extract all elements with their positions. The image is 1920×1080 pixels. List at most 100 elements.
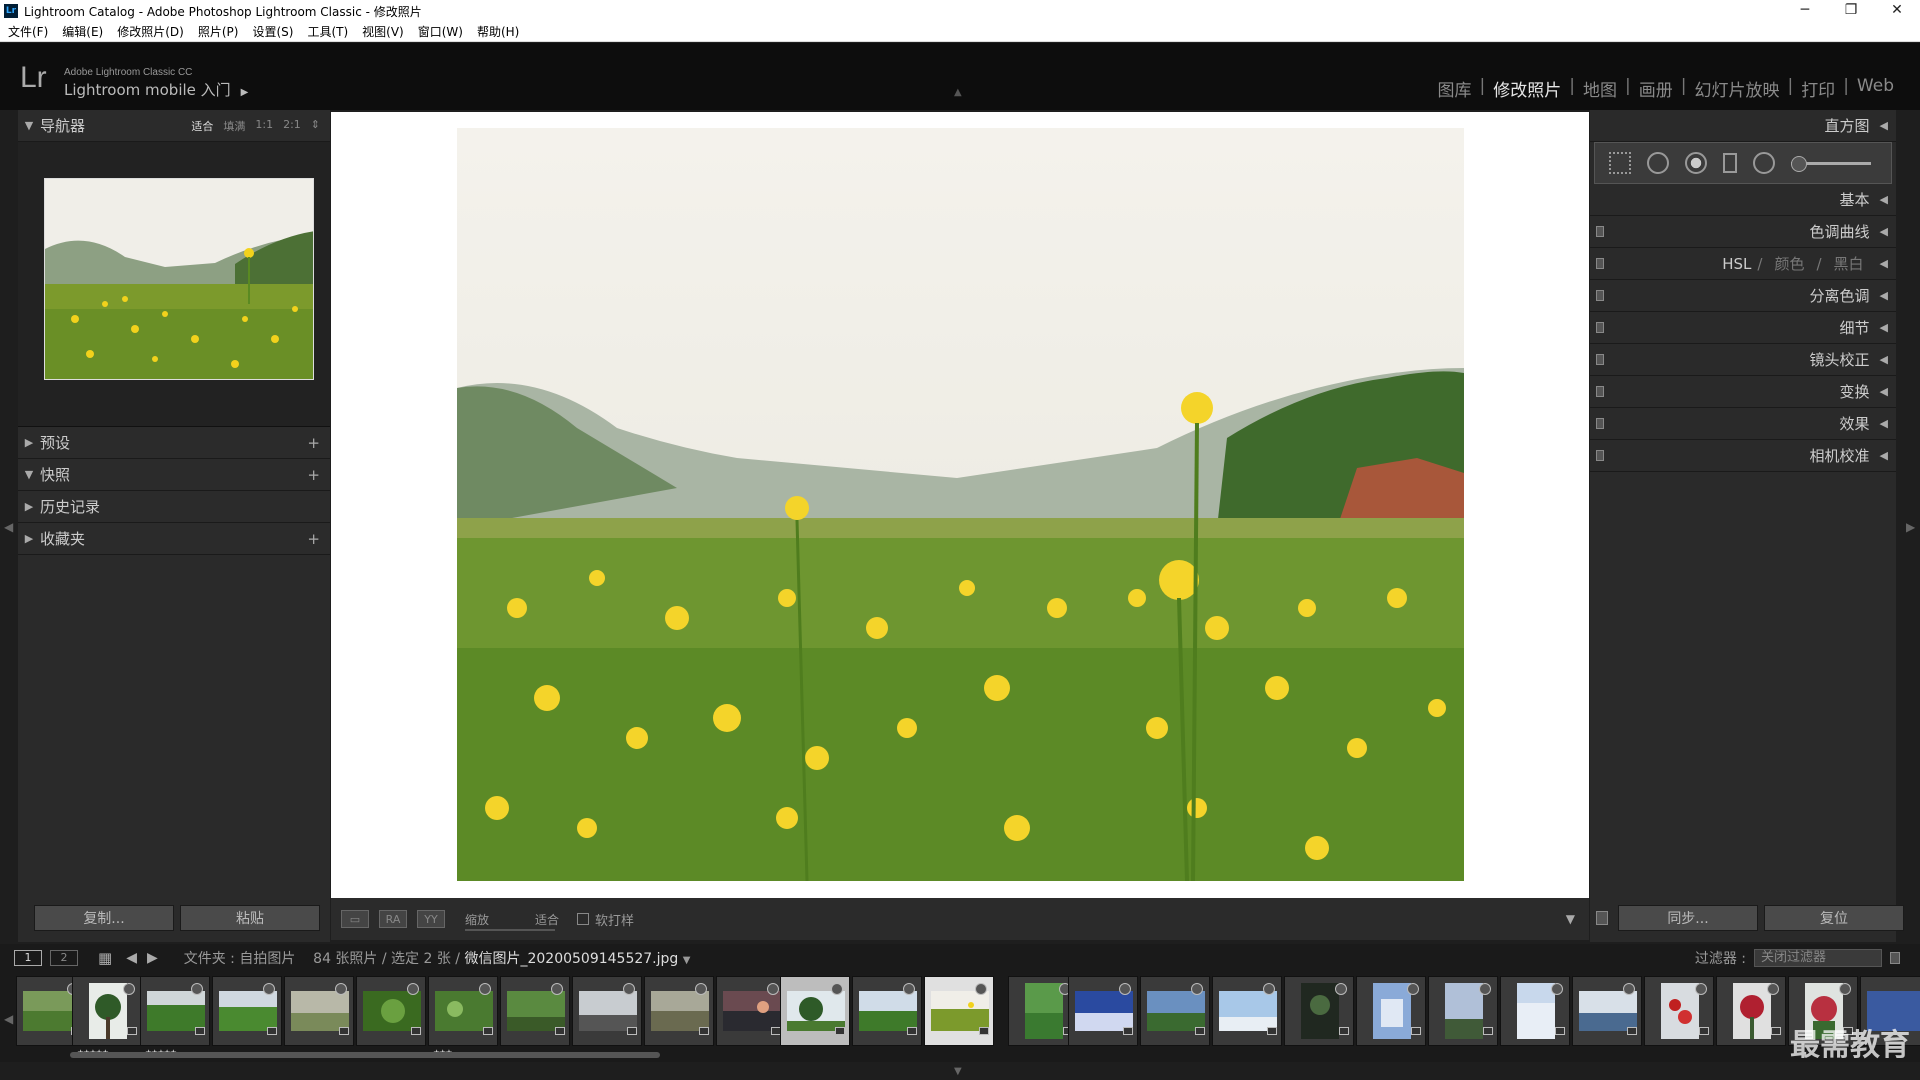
zoom-control[interactable]: 缩放 适合	[465, 911, 565, 931]
calibration-header[interactable]: 相机校准 ◀	[1590, 440, 1896, 472]
filmstrip-thumb[interactable]	[1212, 976, 1282, 1046]
filter-lock-icon[interactable]	[1890, 952, 1900, 964]
filename-dropdown-icon[interactable]: ▼	[683, 955, 691, 966]
tone-curve-header[interactable]: 色调曲线 ◀	[1590, 216, 1896, 248]
red-eye-icon[interactable]	[1685, 152, 1707, 174]
toolbar-dropdown-icon[interactable]: ▼	[1566, 912, 1575, 926]
navigator-header[interactable]: ▼ 导航器 适合 填满 1:1 2:1 ⇕	[18, 110, 330, 142]
crop-overlay-icon[interactable]	[1609, 152, 1631, 174]
panel-toggle-switch[interactable]	[1596, 386, 1604, 397]
zoom-2to1[interactable]: 2:1	[283, 118, 301, 134]
zoom-more-icon[interactable]: ⇕	[311, 118, 320, 134]
panel-toggle-switch[interactable]	[1596, 354, 1604, 365]
filmstrip-thumb[interactable]: ★★★	[428, 976, 498, 1057]
filmstrip-thumb[interactable]	[1644, 976, 1714, 1046]
copy-button[interactable]: 复制...	[34, 905, 174, 931]
collapse-bottom-arrow-icon[interactable]: ▼	[954, 1066, 962, 1077]
filmstrip-thumb[interactable]	[716, 976, 786, 1046]
filmstrip-scrollbar[interactable]	[70, 1052, 660, 1058]
hsl-tab[interactable]: HSL	[1722, 255, 1751, 273]
module-map[interactable]: 地图	[1575, 76, 1625, 101]
filmstrip-thumb[interactable]	[1068, 976, 1138, 1046]
panel-toggle-switch[interactable]	[1596, 290, 1604, 301]
lightroom-mobile-link[interactable]: Lightroom mobile 入门 ▶	[64, 79, 248, 100]
module-book[interactable]: 画册	[1631, 76, 1681, 101]
filmstrip[interactable]: ★★★★★ ★★★★★ ★★★ ◀	[0, 972, 1920, 1062]
grid-view-icon[interactable]: ▦	[98, 949, 112, 967]
graduated-filter-icon[interactable]	[1723, 153, 1737, 173]
right-panel-edge[interactable]: ▶	[1898, 110, 1920, 942]
menu-file[interactable]: 文件(F)	[8, 23, 48, 40]
close-button[interactable]: ✕	[1874, 0, 1920, 22]
before-after-split-icon[interactable]: YY	[417, 910, 445, 928]
filter-select[interactable]: 关闭过滤器	[1754, 949, 1882, 967]
menu-tools[interactable]: 工具(T)	[307, 23, 348, 40]
lens-corrections-header[interactable]: 镜头校正 ◀	[1590, 344, 1896, 376]
detail-header[interactable]: 细节 ◀	[1590, 312, 1896, 344]
panel-toggle-switch[interactable]	[1596, 226, 1604, 237]
transform-header[interactable]: 变换 ◀	[1590, 376, 1896, 408]
paste-button[interactable]: 粘贴	[180, 905, 320, 931]
menu-help[interactable]: 帮助(H)	[477, 23, 519, 40]
filmstrip-thumb[interactable]	[852, 976, 922, 1046]
collapse-top-arrow-icon[interactable]: ▲	[954, 87, 962, 98]
sync-button[interactable]: 同步...	[1618, 905, 1758, 931]
nav-arrows-icon[interactable]: ◀▶	[126, 950, 168, 966]
filmstrip-thumb[interactable]	[1428, 976, 1498, 1046]
filmstrip-thumb[interactable]	[644, 976, 714, 1046]
main-image-view[interactable]	[331, 112, 1589, 898]
filmstrip-thumb[interactable]	[284, 976, 354, 1046]
zoom-slider[interactable]	[465, 928, 555, 931]
source-path[interactable]: 文件夹 : 自拍图片 84 张照片 / 选定 2 张 / 微信图片_202005…	[184, 948, 691, 968]
filmstrip-thumb-selected[interactable]	[780, 976, 850, 1046]
filmstrip-thumb[interactable]	[1500, 976, 1570, 1046]
menu-edit[interactable]: 编辑(E)	[62, 23, 103, 40]
zoom-fill[interactable]: 填满	[223, 118, 245, 134]
collections-header[interactable]: ▶ 收藏夹 +	[18, 523, 330, 555]
filmstrip-thumb[interactable]	[500, 976, 570, 1046]
collapse-right-arrow-icon[interactable]: ▶	[1906, 520, 1915, 534]
filmstrip-thumb[interactable]	[572, 976, 642, 1046]
navigator-thumbnail[interactable]	[44, 178, 314, 380]
menu-view[interactable]: 视图(V)	[362, 23, 404, 40]
menu-photo[interactable]: 照片(P)	[198, 23, 239, 40]
photo-canvas[interactable]	[457, 128, 1464, 881]
menu-develop[interactable]: 修改照片(D)	[117, 23, 184, 40]
filmstrip-left-arrow-icon[interactable]: ◀	[4, 1012, 13, 1026]
loupe-view-icon[interactable]: ▭	[341, 910, 369, 928]
presets-header[interactable]: ▶ 预设 +	[18, 427, 330, 459]
primary-monitor-button[interactable]: 1	[14, 950, 42, 966]
hsl-header[interactable]: HSL / 颜色 / 黑白 ◀	[1590, 248, 1896, 280]
filmstrip-thumb[interactable]	[1284, 976, 1354, 1046]
filmstrip-thumb[interactable]: ★★★★★	[72, 976, 142, 1057]
effects-header[interactable]: 效果 ◀	[1590, 408, 1896, 440]
filmstrip-thumb[interactable]: ★★★★★	[140, 976, 210, 1057]
module-web[interactable]: Web	[1849, 76, 1902, 101]
maximize-button[interactable]: ❐	[1828, 0, 1874, 22]
panel-toggle-switch[interactable]	[1596, 418, 1604, 429]
module-print[interactable]: 打印	[1793, 76, 1843, 101]
softproof-checkbox[interactable]	[577, 913, 589, 925]
add-collection-icon[interactable]: +	[307, 530, 320, 548]
filmstrip-thumb[interactable]	[212, 976, 282, 1046]
panel-toggle-switch[interactable]	[1596, 258, 1604, 269]
panel-toggle-switch[interactable]	[1596, 322, 1604, 333]
split-toning-header[interactable]: 分离色调 ◀	[1590, 280, 1896, 312]
left-panel-edge[interactable]: ◀	[0, 110, 16, 942]
adjustment-brush-slider[interactable]	[1791, 155, 1871, 172]
panel-toggle-switch[interactable]	[1596, 450, 1604, 461]
add-preset-icon[interactable]: +	[307, 434, 320, 452]
radial-filter-icon[interactable]	[1753, 152, 1775, 174]
secondary-monitor-button[interactable]: 2	[50, 950, 78, 966]
module-library[interactable]: 图库	[1430, 76, 1480, 101]
histogram-header[interactable]: 直方图 ◀	[1590, 110, 1896, 142]
history-header[interactable]: ▶ 历史记录	[18, 491, 330, 523]
collapse-left-arrow-icon[interactable]: ◀	[4, 520, 13, 534]
bw-tab[interactable]: 黑白	[1834, 253, 1864, 274]
auto-sync-switch[interactable]	[1596, 911, 1608, 925]
filmstrip-thumb-current[interactable]	[924, 976, 994, 1046]
snapshots-header[interactable]: ▼ 快照 +	[18, 459, 330, 491]
add-snapshot-icon[interactable]: +	[307, 466, 320, 484]
zoom-fit[interactable]: 适合	[191, 118, 213, 134]
filmstrip-thumb[interactable]	[1716, 976, 1786, 1046]
